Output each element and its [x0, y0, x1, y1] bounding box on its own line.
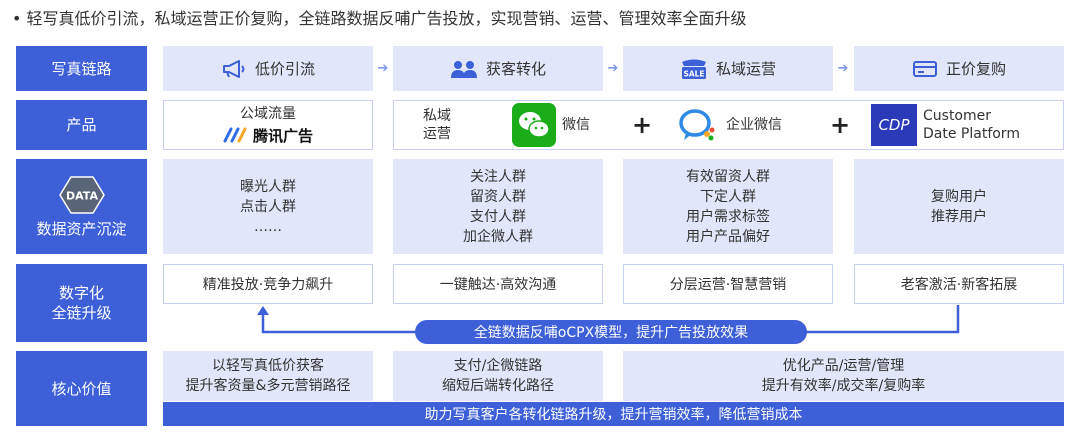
feedback-loop-pill: 全链数据反哺oCPX模型，提升广告投放效果	[415, 320, 807, 344]
core-value-3: 优化产品/运营/管理 提升有效率/成交率/复购率	[623, 351, 1064, 401]
core-value-line: 提升有效率/成交率/复购率	[761, 378, 926, 394]
core-value-line: 优化产品/运营/管理	[782, 358, 905, 374]
bottom-banner: 助力写真客户各转化链路升级，提升营销效率，降低营销成本	[163, 402, 1064, 426]
core-value-line: 以轻写真低价获客	[212, 358, 324, 374]
bottom-banner-text: 助力写真客户各转化链路升级，提升营销效率，降低营销成本	[424, 407, 803, 423]
core-value-2: 支付/企微链路 缩短后端转化路径	[393, 351, 603, 401]
core-value-line: 提升客资量&多元营销路径	[185, 378, 351, 394]
core-value-1: 以轻写真低价获客 提升客资量&多元营销路径	[163, 351, 373, 401]
core-value-line: 缩短后端转化路径	[442, 378, 554, 394]
core-value-line: 支付/企微链路	[453, 358, 543, 374]
feedback-loop-text: 全链数据反哺oCPX模型，提升广告投放效果	[473, 325, 749, 341]
